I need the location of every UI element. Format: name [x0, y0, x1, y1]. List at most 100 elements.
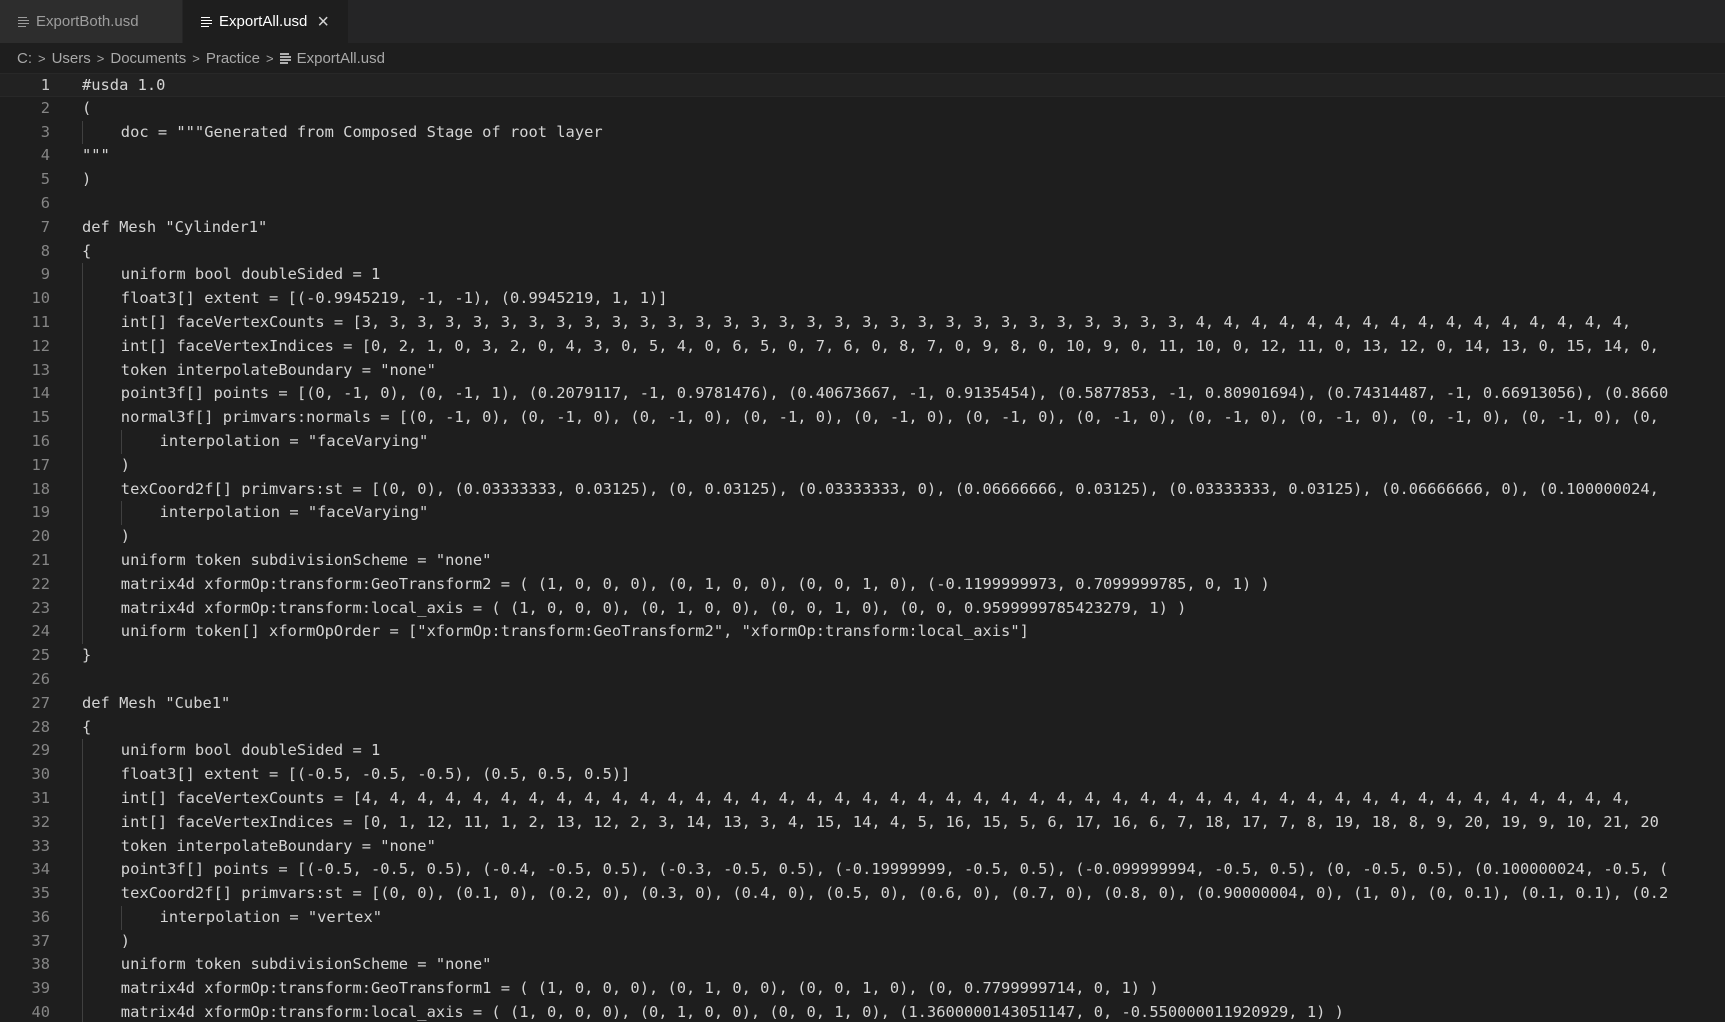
line-number: 6 — [40, 193, 50, 212]
indent-guide — [120, 501, 122, 526]
indent-guide — [82, 382, 83, 407]
line-number: 23 — [31, 598, 50, 617]
breadcrumb-item-practice[interactable]: Practice — [206, 50, 260, 67]
breadcrumb: C: > Users > Documents > Practice > Expo… — [0, 43, 1725, 73]
code-line[interactable]: 19 interpolation = "faceVarying" — [0, 501, 1725, 526]
line-text: ) — [120, 931, 131, 950]
line-text: def Mesh "Cylinder1" — [82, 217, 268, 236]
code-line[interactable]: 30 float3[] extent = [(-0.5, -0.5, -0.5),… — [0, 763, 1725, 787]
line-text: #usda 1.0 — [82, 76, 166, 94]
line-text: matrix4d xformOp:transform:GeoTransform2… — [120, 574, 1270, 593]
code-line[interactable]: 28 { — [0, 716, 1725, 740]
breadcrumb-item-drive[interactable]: C: — [17, 50, 32, 67]
line-text: uniform token[] xformOpOrder = ["xformOp… — [120, 622, 1029, 641]
code-line[interactable]: 20) — [0, 525, 1725, 549]
code-line[interactable]: 34 point3f[] points = [(-0.5, -0.5, 0.5),… — [0, 858, 1725, 883]
code-line[interactable]: 18 texCoord2f[] primvars:st = [(0, 0), (0… — [0, 477, 1725, 502]
line-number: 36 — [31, 907, 50, 926]
indent-guide — [82, 120, 83, 145]
line-text: interpolation = "faceVarying" — [159, 503, 429, 522]
code-line[interactable]: 11 int[] faceVertexCounts = [3, 3, 3, 3, … — [0, 310, 1725, 335]
code-line[interactable]: 31 int[] faceVertexCounts = [4, 4, 4, 4, … — [0, 786, 1725, 811]
code-line[interactable]: 21 uniform token subdivisionScheme = "non… — [0, 548, 1725, 573]
line-text: ) — [82, 170, 92, 189]
code-line[interactable]: 25} — [0, 644, 1725, 668]
indent-guide — [82, 786, 83, 811]
code-line[interactable]: 22 matrix4d xformOp:transform:GeoTransfor… — [0, 572, 1725, 597]
line-text: matrix4d xformOp:transform:local_axis = … — [120, 1003, 1344, 1022]
indent-guide — [82, 929, 83, 954]
code-line[interactable]: 9 uniform bool doubleSided = 1 — [0, 263, 1725, 288]
code-line[interactable]: 6 — [0, 192, 1725, 216]
indent-guide — [120, 429, 122, 454]
line-text: matrix4d xformOp:transform:GeoTransform1… — [120, 979, 1159, 998]
code-line[interactable]: 10 float3[] extent = [(-0.9945219, -1, -1… — [0, 287, 1725, 311]
line-text: interpolation = "vertex" — [159, 907, 382, 926]
indent-guide — [82, 882, 83, 906]
indent-guide — [82, 358, 83, 383]
code-line[interactable]: 3 doc = """Generated from Composed Stage … — [0, 120, 1725, 145]
line-text: uniform bool doubleSided = 1 — [120, 265, 381, 284]
code-line[interactable]: 40 matrix4d xformOp:transform:local_axis … — [0, 1001, 1725, 1022]
code-line[interactable]: 4 """ — [0, 144, 1725, 168]
breadcrumb-item-users[interactable]: Users — [52, 50, 91, 67]
line-text: float3[] extent = [(-0.9945219, -1, -1),… — [120, 289, 668, 308]
file-icon — [279, 52, 291, 64]
code-line[interactable]: 33 token interpolateBoundary = "none" — [0, 834, 1725, 859]
code-line[interactable]: 2( — [0, 97, 1725, 121]
code-line[interactable]: 23 matrix4d xformOp:transform:local_axis … — [0, 596, 1725, 621]
code-line[interactable]: 14 point3f[] points = [(0, -1, 0), (0, -1… — [0, 382, 1725, 407]
indent-guide — [82, 905, 83, 930]
code-line[interactable]: 17) — [0, 453, 1725, 478]
line-text: interpolation = "faceVarying" — [159, 431, 429, 450]
line-text: token interpolateBoundary = "none" — [120, 360, 436, 379]
code-line[interactable]: 12 int[] faceVertexIndices = [0, 2, 1, 0,… — [0, 334, 1725, 359]
vscode-window: ExportBoth.usd ExportAll.usd × C: > User… — [0, 0, 1725, 1022]
close-icon[interactable]: × — [317, 12, 329, 32]
code-line[interactable]: 37) — [0, 929, 1725, 954]
code-line[interactable]: 16 interpolation = "faceVarying" — [0, 429, 1725, 454]
indent-guide — [82, 501, 83, 526]
line-number: 2 — [40, 98, 50, 117]
indent-guide — [82, 310, 83, 335]
breadcrumb-item-file[interactable]: ExportAll.usd — [297, 50, 385, 67]
code-editor[interactable]: 1 #usda 1.0 2(3 doc = """Generated from Com… — [0, 73, 1725, 1022]
code-line[interactable]: 1 #usda 1.0 — [0, 73, 1725, 97]
line-number: 21 — [31, 550, 50, 569]
code-line[interactable]: 29 uniform bool doubleSided = 1 — [0, 739, 1725, 764]
indent-guide — [82, 406, 83, 430]
code-line[interactable]: 7 def Mesh "Cylinder1" — [0, 216, 1725, 240]
code-line[interactable]: 39 matrix4d xformOp:transform:GeoTransfor… — [0, 977, 1725, 1002]
code-line[interactable]: 15 normal3f[] primvars:normals = [(0, -1,… — [0, 406, 1725, 430]
breadcrumb-item-documents[interactable]: Documents — [110, 50, 186, 67]
tab-exportboth[interactable]: ExportBoth.usd — [0, 0, 183, 43]
code-line[interactable]: 27 def Mesh "Cube1" — [0, 692, 1725, 716]
line-number: 1 — [40, 76, 50, 94]
code-line[interactable]: 35 texCoord2f[] primvars:st = [(0, 0), (0… — [0, 882, 1725, 906]
line-number: 22 — [31, 574, 50, 593]
indent-guide — [82, 834, 83, 859]
line-text: uniform token subdivisionScheme = "none" — [120, 550, 492, 569]
line-number: 27 — [31, 693, 50, 712]
line-number: 17 — [31, 455, 50, 474]
tab-exportall[interactable]: ExportAll.usd × — [183, 0, 349, 43]
code-line[interactable]: 24 uniform token[] xformOpOrder = ["xform… — [0, 620, 1725, 645]
line-number: 9 — [40, 265, 50, 284]
indent-guide — [82, 739, 83, 764]
indent-guide — [82, 763, 83, 787]
code-line[interactable]: 36 interpolation = "vertex" — [0, 905, 1725, 930]
line-number: 31 — [31, 788, 50, 807]
code-line[interactable]: 32 int[] faceVertexIndices = [0, 1, 12, 1… — [0, 810, 1725, 835]
chevron-right-icon: > — [38, 50, 46, 66]
line-number: 30 — [31, 765, 50, 784]
line-text: token interpolateBoundary = "none" — [120, 836, 436, 855]
code-line[interactable]: 26 — [0, 668, 1725, 692]
code-line[interactable]: 13 token interpolateBoundary = "none" — [0, 358, 1725, 383]
code-line[interactable]: 5) — [0, 168, 1725, 192]
code-line[interactable]: 8{ — [0, 240, 1725, 264]
line-text: uniform bool doubleSided = 1 — [120, 741, 381, 760]
indent-guide — [82, 263, 83, 288]
code-line[interactable]: 38 uniform token subdivisionScheme = "non… — [0, 953, 1725, 978]
line-text: normal3f[] primvars:normals = [(0, -1, 0… — [120, 408, 1659, 427]
tab-label: ExportBoth.usd — [36, 13, 139, 30]
